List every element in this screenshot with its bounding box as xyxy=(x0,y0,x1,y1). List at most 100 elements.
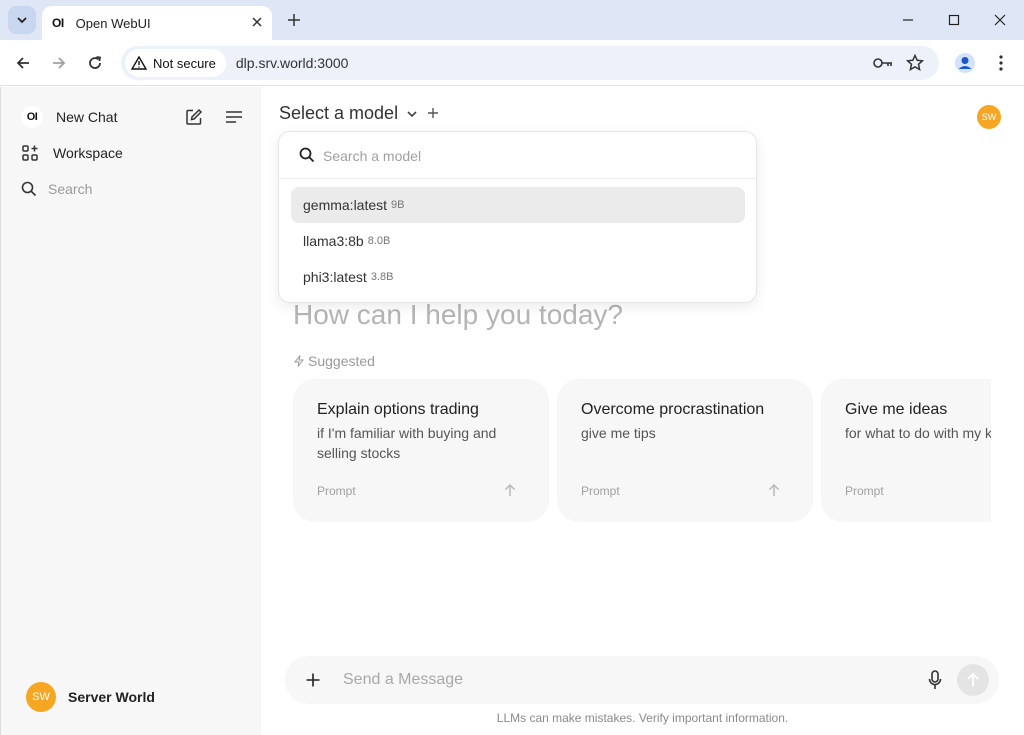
attach-button[interactable] xyxy=(301,668,325,692)
bookmark-button[interactable] xyxy=(905,53,925,73)
edit-icon xyxy=(186,108,203,125)
minimize-icon xyxy=(903,19,913,21)
sidebar-toggle-button[interactable] xyxy=(223,106,245,128)
forward-button[interactable] xyxy=(44,48,74,78)
browser-toolbar: Not secure dlp.srv.world:3000 xyxy=(0,40,1024,86)
plus-icon xyxy=(428,107,439,118)
reload-icon xyxy=(89,56,102,69)
window-close-button[interactable] xyxy=(977,0,1023,40)
message-input[interactable] xyxy=(343,666,903,694)
model-search xyxy=(279,132,756,179)
tab-title: Open WebUI xyxy=(75,15,151,31)
security-chip[interactable]: Not secure xyxy=(125,49,226,77)
user-menu-button[interactable]: SW Server World xyxy=(26,682,155,712)
suggestion-subtitle: if I'm familiar with buying and selling … xyxy=(317,425,497,461)
more-vertical-icon xyxy=(999,55,1003,71)
suggestion-title: Give me ideas xyxy=(845,401,948,418)
arrow-up-icon xyxy=(967,672,979,687)
add-model-button[interactable] xyxy=(428,105,439,123)
suggestion-cards: Explain options trading if I'm familiar … xyxy=(293,379,991,522)
arrow-right-icon xyxy=(53,57,66,69)
suggestion-tag: Prompt xyxy=(581,484,620,498)
suggestion-card[interactable]: Explain options trading if I'm familiar … xyxy=(293,379,549,522)
new-tab-button[interactable] xyxy=(282,8,306,32)
model-search-input[interactable] xyxy=(323,144,723,168)
chevron-down-icon xyxy=(407,110,417,117)
model-size: 3.8B xyxy=(370,271,394,283)
suggestion-card[interactable]: Overcome procrastination give me tips Pr… xyxy=(557,379,813,522)
browser-menu-button[interactable] xyxy=(988,50,1014,76)
model-name: llama3:8b xyxy=(303,233,364,249)
suggestion-tag: Prompt xyxy=(317,484,356,498)
search-icon xyxy=(299,147,315,163)
disclaimer-text: LLMs can make mistakes. Verify important… xyxy=(496,711,789,725)
sidebar: OI New Chat Workspace Search SW Server W… xyxy=(0,87,261,735)
profile-button[interactable] xyxy=(952,50,978,76)
suggestion-subtitle: give me tips xyxy=(581,425,656,441)
warning-icon xyxy=(131,56,147,70)
star-icon xyxy=(906,54,924,71)
voice-input-button[interactable] xyxy=(923,668,947,692)
menu-icon xyxy=(226,111,242,123)
maximize-icon xyxy=(948,14,960,26)
new-chat-button[interactable]: OI New Chat xyxy=(21,106,117,128)
avatar: SW xyxy=(26,682,56,712)
sidebar-search[interactable]: Search xyxy=(21,181,92,197)
arrow-left-icon xyxy=(16,57,29,69)
favicon-icon: OI xyxy=(52,16,64,30)
workspace-label: Workspace xyxy=(53,145,123,161)
model-select-button[interactable]: Select a model xyxy=(279,103,439,124)
compose-button[interactable] xyxy=(183,106,205,128)
model-size: 9B xyxy=(391,199,405,211)
key-icon xyxy=(873,58,892,68)
search-icon xyxy=(21,181,37,197)
new-chat-label: New Chat xyxy=(56,109,118,125)
model-option-gemma[interactable]: gemma:latest 9B xyxy=(291,187,745,223)
user-name: Server World xyxy=(68,689,155,705)
sidebar-search-label: Search xyxy=(48,181,93,197)
message-composer xyxy=(285,656,999,704)
model-option-llama3[interactable]: llama3:8b 8.0B xyxy=(291,223,745,259)
model-name: phi3:latest xyxy=(303,269,367,285)
microphone-icon xyxy=(928,670,942,689)
browser-tab[interactable]: OI Open WebUI xyxy=(42,6,272,40)
chevron-down-icon xyxy=(17,17,27,24)
open-webui-logo: OI xyxy=(21,106,43,128)
arrow-up-icon xyxy=(505,484,515,496)
suggestion-tag: Prompt xyxy=(845,484,884,498)
tab-close-button[interactable] xyxy=(252,14,262,32)
model-dropdown: gemma:latest 9B llama3:8b 8.0B phi3:late… xyxy=(278,131,757,303)
reload-button[interactable] xyxy=(80,48,110,78)
header-avatar[interactable]: SW xyxy=(977,105,1001,129)
back-button[interactable] xyxy=(8,48,38,78)
main-panel: Select a model SW How can I help you tod… xyxy=(261,87,1024,735)
lightning-icon xyxy=(294,355,304,367)
workspace-icon xyxy=(22,145,38,161)
send-button[interactable] xyxy=(957,664,989,696)
address-bar[interactable]: Not secure dlp.srv.world:3000 xyxy=(121,46,939,80)
tab-search-button[interactable] xyxy=(8,6,36,34)
plus-icon xyxy=(306,673,320,687)
arrow-up-icon xyxy=(769,484,779,496)
suggestion-card[interactable]: Give me ideas for what to do with my kid… xyxy=(821,379,991,522)
suggestion-title: Overcome procrastination xyxy=(581,401,765,418)
close-icon xyxy=(252,17,262,27)
sidebar-item-workspace[interactable]: Workspace xyxy=(21,144,123,162)
security-label: Not secure xyxy=(153,55,216,71)
profile-icon xyxy=(955,53,975,73)
plus-icon xyxy=(288,14,300,26)
suggested-text: Suggested xyxy=(308,353,375,369)
suggestion-title: Explain options trading xyxy=(317,401,479,418)
greeting-text: How can I help you today? xyxy=(293,299,623,330)
model-name: gemma:latest xyxy=(303,197,388,213)
url-text: dlp.srv.world:3000 xyxy=(235,55,349,71)
model-option-phi3[interactable]: phi3:latest 3.8B xyxy=(291,259,745,295)
suggestion-subtitle: for what to do with my kids' art xyxy=(845,425,991,441)
minimize-button[interactable] xyxy=(885,0,931,40)
close-icon xyxy=(994,14,1006,26)
password-key-button[interactable] xyxy=(873,53,893,73)
model-size: 8.0B xyxy=(367,235,391,247)
suggested-label: Suggested xyxy=(294,353,375,369)
maximize-button[interactable] xyxy=(931,0,977,40)
browser-titlebar: OI Open WebUI xyxy=(0,0,1024,40)
